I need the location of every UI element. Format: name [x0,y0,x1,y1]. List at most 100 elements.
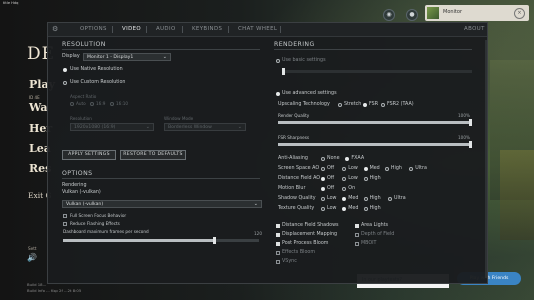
motion-blur-on-radio[interactable] [342,187,347,191]
basic-quality-slider[interactable] [282,68,472,75]
tab-options[interactable]: OPTIONS [80,26,107,32]
distance-field-shadows-checkbox[interactable] [276,224,280,228]
screen-space-ao-ultra-radio[interactable] [409,167,414,171]
user-icon[interactable]: ◉ [383,9,395,21]
slider-thumb[interactable] [469,119,472,126]
fsr-sharpness-slider[interactable] [278,141,472,148]
notification-icon[interactable]: ● [406,9,418,21]
settings-shortcut[interactable]: Sett [28,246,37,251]
aspect-16-9-label: 16:9 [96,101,106,106]
rendering-api-select[interactable]: Vulkan (-vulkan) ⌄ [62,200,262,208]
aspect-16-9-radio[interactable] [90,102,94,106]
dashboard-fps-slider[interactable] [63,237,259,244]
use-custom-label: Use Custom Resolution [70,80,126,85]
displacement-mapping-checkbox[interactable] [276,233,280,237]
screen-space-ao-med-radio[interactable] [363,167,368,171]
window-mode-select[interactable]: Borderless Window ⌄ [164,123,246,131]
shadow-quality-low-radio[interactable] [321,197,325,201]
scrollbar[interactable] [485,40,487,278]
upscaling-fsr2-radio[interactable] [381,103,385,107]
apply-settings-button[interactable]: APPLY SETTINGS [62,150,116,160]
upscaling-fsr2-label: FSR2 (TAA) [387,102,414,107]
volume-icon[interactable]: 🔊 [27,253,37,262]
chevron-down-icon: ⌄ [237,124,242,130]
render-quality-label: Render Quality [278,113,310,118]
upscaling-stretch-radio[interactable] [338,103,342,107]
slider-thumb[interactable] [282,68,285,75]
aspect-16-10-label: 16:10 [116,101,129,106]
distance-field-ao-low-label: Low [348,176,358,181]
dashboard-fps-value: 120 [254,231,262,236]
shadow-quality-high-label: High [369,196,381,201]
post-process-bloom-checkbox[interactable] [276,242,280,246]
slider-thumb[interactable] [212,237,216,244]
distance-field-ao-off-radio[interactable] [321,177,325,181]
divider [274,49,472,50]
dashboard-fps-label: Dashboard maximum frames per second [63,229,149,234]
fsr-sharpness-value: 100% [458,135,470,140]
area-lights-checkbox[interactable] [355,224,359,228]
screen-space-ao-off-radio[interactable] [321,167,325,171]
render-quality-slider[interactable] [278,119,472,126]
tab-chat-wheel[interactable]: CHAT WHEEL [238,26,277,32]
screen-space-ao-ultra-label: Ultra [415,166,427,171]
screen-space-ao-off-label: Off [327,166,335,171]
monitor-thumbnail [427,7,439,19]
shadow-quality-ultra-radio[interactable] [388,197,392,201]
render-quality-value: 100% [458,113,470,118]
upscaling-stretch-label: Stretch [344,102,362,107]
resolution-title: RESOLUTION [62,41,106,48]
vsync-checkbox[interactable] [276,260,280,264]
divider [62,178,260,179]
tab-video[interactable]: VIDEO [122,26,141,32]
build-info: Build 18... [27,282,47,287]
resolution-select[interactable]: 1920x1080 (16:9) ⌄ [70,123,154,131]
gear-icon: ⚙ [52,25,59,33]
tab-keybinds[interactable]: KEYBINDS [192,26,222,32]
settings-tabbar: ⚙ OPTIONS VIDEO AUDIO KEYBINDS CHAT WHEE… [48,23,487,37]
aspect-16-10-radio[interactable] [110,102,114,106]
display-select[interactable]: Monitor 1 - Display1 ⌄ [83,53,171,61]
texture-quality-low-label: Low [327,206,337,211]
restore-defaults-button[interactable]: RESTORE TO DEFAULTS [120,150,186,160]
background-window-art [500,150,534,240]
shadow-quality-high-radio[interactable] [363,197,368,201]
texture-quality-low-radio[interactable] [321,207,325,211]
menu-item-watch[interactable]: Wa [29,101,48,114]
slider-thumb[interactable] [469,141,472,148]
upscaling-fsr-radio[interactable] [363,103,367,107]
tab-audio[interactable]: AUDIO [156,26,176,32]
effects-bloom-checkbox[interactable] [276,251,280,255]
texture-quality-high-radio[interactable] [363,207,368,211]
screen-space-ao-high-radio[interactable] [384,167,389,171]
monitor-chip[interactable]: Monitor × [425,5,529,21]
screen-space-ao-low-radio[interactable] [342,167,347,171]
texture-quality-med-radio[interactable] [342,207,347,211]
anti-aliasing-fxaa-radio[interactable] [345,157,350,161]
mboit-checkbox[interactable] [355,242,359,246]
tab-about[interactable]: ABOUT [464,26,485,32]
anti-aliasing-none-label: None [327,156,340,161]
use-native-radio[interactable] [63,68,67,72]
use-basic-radio[interactable] [276,59,280,63]
use-custom-radio[interactable] [63,81,67,85]
rendering-api-value: Vulkan (-vulkan) [66,202,104,207]
slider-fill [63,239,216,242]
close-icon[interactable]: × [514,8,525,19]
motion-blur-off-radio[interactable] [321,187,325,191]
slider-fill [278,143,472,146]
depth-of-field-checkbox[interactable] [355,233,359,237]
shadow-quality-med-radio[interactable] [342,197,347,201]
use-advanced-radio[interactable] [276,92,280,96]
distance-field-ao-low-radio[interactable] [342,177,347,181]
chevron-down-icon: ⌄ [253,201,258,207]
distance-field-ao-high-radio[interactable] [363,177,368,181]
anti-aliasing-none-radio[interactable] [321,157,325,161]
motion-blur-off-label: Off [327,186,335,191]
fullscreen-focus-checkbox[interactable] [63,214,67,218]
shadow-quality-med-label: Med [348,196,359,201]
aspect-auto-radio[interactable] [70,102,74,106]
reduce-flashing-checkbox[interactable] [63,222,67,226]
use-basic-label: Use basic settings [282,58,326,63]
distance-field-shadows-label: Distance Field Shadows [282,223,339,228]
